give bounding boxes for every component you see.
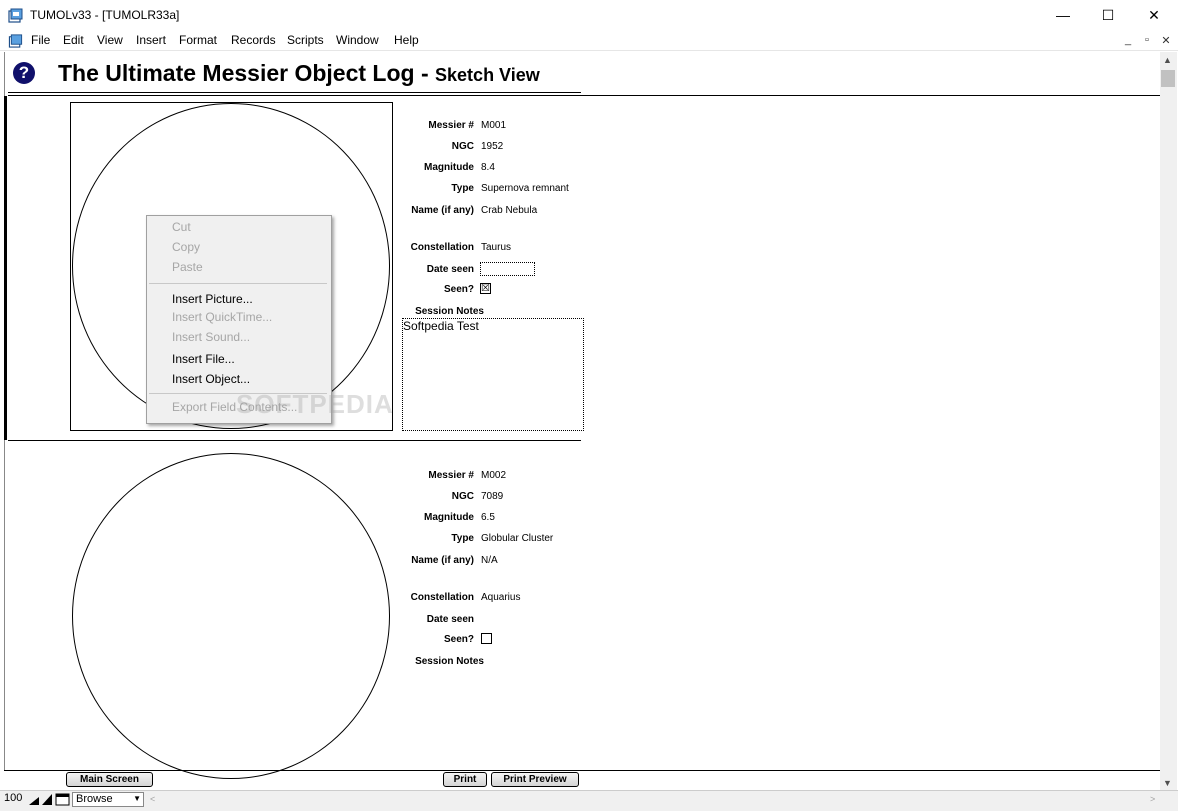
menu-bar: File Edit View Insert Format Records Scr…	[0, 30, 1178, 51]
header-divider	[8, 95, 1160, 96]
mdi-minimize-icon: _	[1124, 34, 1132, 46]
messier-value-2[interactable]: M002	[481, 470, 506, 481]
scroll-thumb[interactable]	[1161, 70, 1175, 87]
record-divider	[8, 440, 581, 441]
mdi-minimize-button[interactable]: _	[1120, 33, 1136, 47]
checkbox-mark-icon: ☒	[481, 282, 490, 294]
constellation-label: Constellation	[410, 242, 474, 253]
ctx-insert-object[interactable]: Insert Object...	[172, 372, 250, 386]
mode-select[interactable]: Browse ▼	[72, 792, 144, 807]
seen-checkbox[interactable]: ☒	[480, 283, 491, 294]
ctx-paste[interactable]: Paste	[172, 260, 203, 274]
zoom-in-icon[interactable]	[41, 793, 53, 806]
page-title-text: The Ultimate Messier Object Log -	[58, 60, 436, 86]
ctx-separator	[149, 283, 327, 284]
ctx-insert-file[interactable]: Insert File...	[172, 352, 235, 366]
watermark: SOFTPEDIA	[236, 389, 394, 419]
active-record-marker	[4, 96, 7, 440]
ngc-label-2: NGC	[451, 491, 474, 502]
name-label: Name (if any)	[411, 205, 474, 216]
date-seen-label-2: Date seen	[426, 614, 474, 625]
magnitude-value-2[interactable]: 6.5	[481, 512, 495, 523]
print-button[interactable]: Print	[443, 772, 487, 787]
type-value-2[interactable]: Globular Cluster	[481, 533, 553, 544]
messier-label: Messier #	[428, 120, 474, 131]
help-glyph: ?	[18, 63, 30, 82]
magnitude-label-2: Magnitude	[424, 512, 474, 523]
vertical-scrollbar[interactable]	[1160, 52, 1177, 790]
button-bar-divider	[4, 770, 1160, 771]
ctx-insert-picture[interactable]: Insert Picture...	[172, 292, 253, 306]
minimize-icon: —	[1056, 7, 1070, 23]
name-value-2[interactable]: N/A	[481, 555, 498, 566]
app-icon[interactable]	[8, 7, 24, 23]
menu-scripts[interactable]: Scripts	[287, 33, 324, 47]
maximize-button[interactable]: ☐	[1085, 0, 1131, 30]
doc-icon[interactable]	[8, 33, 24, 48]
scroll-left-icon[interactable]: <	[150, 794, 155, 804]
type-label: Type	[451, 183, 474, 194]
menu-insert[interactable]: Insert	[136, 33, 166, 47]
print-preview-button[interactable]: Print Preview	[491, 772, 579, 787]
messier-label-2: Messier #	[428, 470, 474, 481]
magnitude-value[interactable]: 8.4	[481, 162, 495, 173]
close-button[interactable]: ✕	[1131, 0, 1177, 30]
mdi-restore-button[interactable]: ▫	[1139, 33, 1155, 47]
messier-value[interactable]: M001	[481, 120, 506, 131]
menu-format[interactable]: Format	[179, 33, 217, 47]
constellation-label-2: Constellation	[410, 592, 474, 603]
mdi-close-icon: ✕	[1161, 34, 1171, 47]
constellation-value[interactable]: Taurus	[481, 242, 511, 253]
mode-value: Browse	[76, 793, 113, 805]
menu-file[interactable]: File	[31, 33, 50, 47]
constellation-value-2[interactable]: Aquarius	[481, 592, 520, 603]
ngc-value[interactable]: 1952	[481, 141, 503, 152]
menu-records[interactable]: Records	[231, 33, 276, 47]
ctx-copy[interactable]: Copy	[172, 240, 200, 254]
ctx-cut[interactable]: Cut	[172, 220, 191, 234]
magnitude-label: Magnitude	[424, 162, 474, 173]
name-value[interactable]: Crab Nebula	[481, 205, 537, 216]
mdi-restore-icon: ▫	[1145, 34, 1149, 46]
chevron-down-icon: ▼	[133, 794, 141, 803]
scroll-up-icon[interactable]: ▲	[1163, 55, 1172, 65]
scroll-right-icon[interactable]: >	[1150, 794, 1155, 804]
title-bar: TUMOLv33 - [TUMOLR33a] — ☐ ✕	[0, 0, 1178, 30]
status-toggle-icon[interactable]	[55, 793, 70, 806]
type-value[interactable]: Supernova remnant	[481, 183, 569, 194]
maximize-icon: ☐	[1101, 6, 1115, 23]
date-seen-field[interactable]	[480, 262, 535, 276]
ctx-insert-quicktime[interactable]: Insert QuickTime...	[172, 310, 272, 324]
zoom-level[interactable]: 100	[4, 792, 22, 804]
ngc-label: NGC	[451, 141, 474, 152]
menu-help[interactable]: Help	[394, 33, 419, 47]
session-notes-label: Session Notes	[415, 306, 484, 317]
main-screen-button[interactable]: Main Screen	[66, 772, 153, 787]
help-icon[interactable]: ?	[13, 62, 35, 84]
menu-edit[interactable]: Edit	[63, 33, 84, 47]
date-seen-label: Date seen	[426, 264, 474, 275]
menu-view[interactable]: View	[97, 33, 123, 47]
session-notes-text: Softpedia Test	[403, 319, 479, 333]
minimize-button[interactable]: —	[1040, 0, 1086, 30]
mdi-close-button[interactable]: ✕	[1158, 33, 1174, 47]
session-notes-label-2: Session Notes	[415, 656, 484, 667]
zoom-out-icon[interactable]	[28, 793, 40, 806]
menu-window[interactable]: Window	[336, 33, 379, 47]
header-underline	[8, 92, 581, 93]
session-notes-field[interactable]: Softpedia Test	[402, 318, 584, 431]
seen-checkbox-2[interactable]	[481, 633, 492, 644]
page-title: The Ultimate Messier Object Log - Sketch…	[58, 60, 540, 87]
ctx-insert-sound[interactable]: Insert Sound...	[172, 330, 250, 344]
close-icon: ✕	[1148, 6, 1160, 23]
name-label-2: Name (if any)	[411, 555, 474, 566]
ngc-value-2[interactable]: 7089	[481, 491, 503, 502]
scroll-down-icon[interactable]: ▼	[1163, 778, 1172, 788]
seen-label-2: Seen?	[443, 634, 474, 645]
seen-label: Seen?	[443, 284, 474, 295]
page-subtitle: Sketch View	[435, 65, 540, 85]
type-label-2: Type	[451, 533, 474, 544]
status-bar	[0, 790, 1178, 811]
window-title: TUMOLv33 - [TUMOLR33a]	[30, 8, 180, 22]
